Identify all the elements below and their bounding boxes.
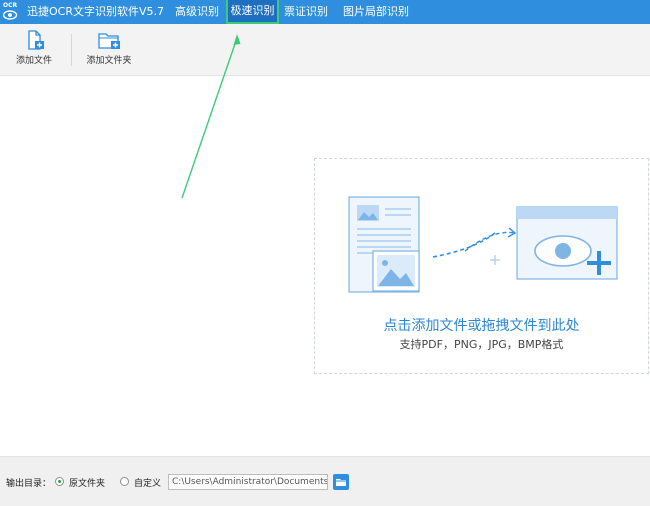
source-folder-radio[interactable] <box>55 477 64 486</box>
folder-icon <box>336 479 346 486</box>
add-file-button[interactable]: 添加文件 <box>14 30 54 70</box>
add-folder-button[interactable]: 添加文件夹 <box>82 30 136 70</box>
toolbar: 添加文件 添加文件夹 <box>0 24 650 76</box>
app-title: 迅捷OCR文字识别软件V5.7 <box>27 5 164 18</box>
title-bar: OCR 迅捷OCR文字识别软件V5.7 高级识别 极速识别 票证识别 图片局部识… <box>0 0 650 24</box>
custom-folder-radio[interactable] <box>120 477 129 486</box>
eye-icon <box>3 10 18 20</box>
app-logo: OCR <box>3 2 20 22</box>
add-file-label: 添加文件 <box>15 56 52 66</box>
tab-fast-recognition[interactable]: 极速识别 <box>226 0 279 24</box>
custom-folder-label: 自定义 <box>134 479 162 489</box>
add-folder-label: 添加文件夹 <box>86 56 132 66</box>
tab-ticket-recognition[interactable]: 票证识别 <box>284 0 328 24</box>
add-file-icon <box>28 30 44 50</box>
logo-text: OCR <box>3 2 18 9</box>
preview-window-icon <box>516 206 618 280</box>
document-icon <box>348 196 420 293</box>
output-path-input[interactable]: C:\Users\Administrator\Documents <box>168 474 328 490</box>
source-folder-label: 原文件夹 <box>69 479 106 489</box>
toolbar-separator <box>71 34 72 66</box>
drop-illustration <box>348 196 618 293</box>
output-directory-label: 输出目录： <box>6 479 52 489</box>
file-drop-zone[interactable]: 点击添加文件或拖拽文件到此处 支持PDF，PNG，JPG，BMP格式 <box>314 158 649 374</box>
add-folder-icon <box>98 33 120 49</box>
tab-image-partial-recognition[interactable]: 图片局部识别 <box>343 0 409 24</box>
transfer-arrow <box>432 232 496 258</box>
drop-zone-formats: 支持PDF，PNG，JPG，BMP格式 <box>399 338 564 351</box>
drop-zone-title: 点击添加文件或拖拽文件到此处 <box>383 318 580 334</box>
output-settings-bar: 输出目录： 原文件夹 自定义 C:\Users\Administrator\Do… <box>0 456 650 506</box>
browse-folder-button[interactable] <box>333 474 349 490</box>
tab-advanced-recognition[interactable]: 高级识别 <box>175 0 219 24</box>
